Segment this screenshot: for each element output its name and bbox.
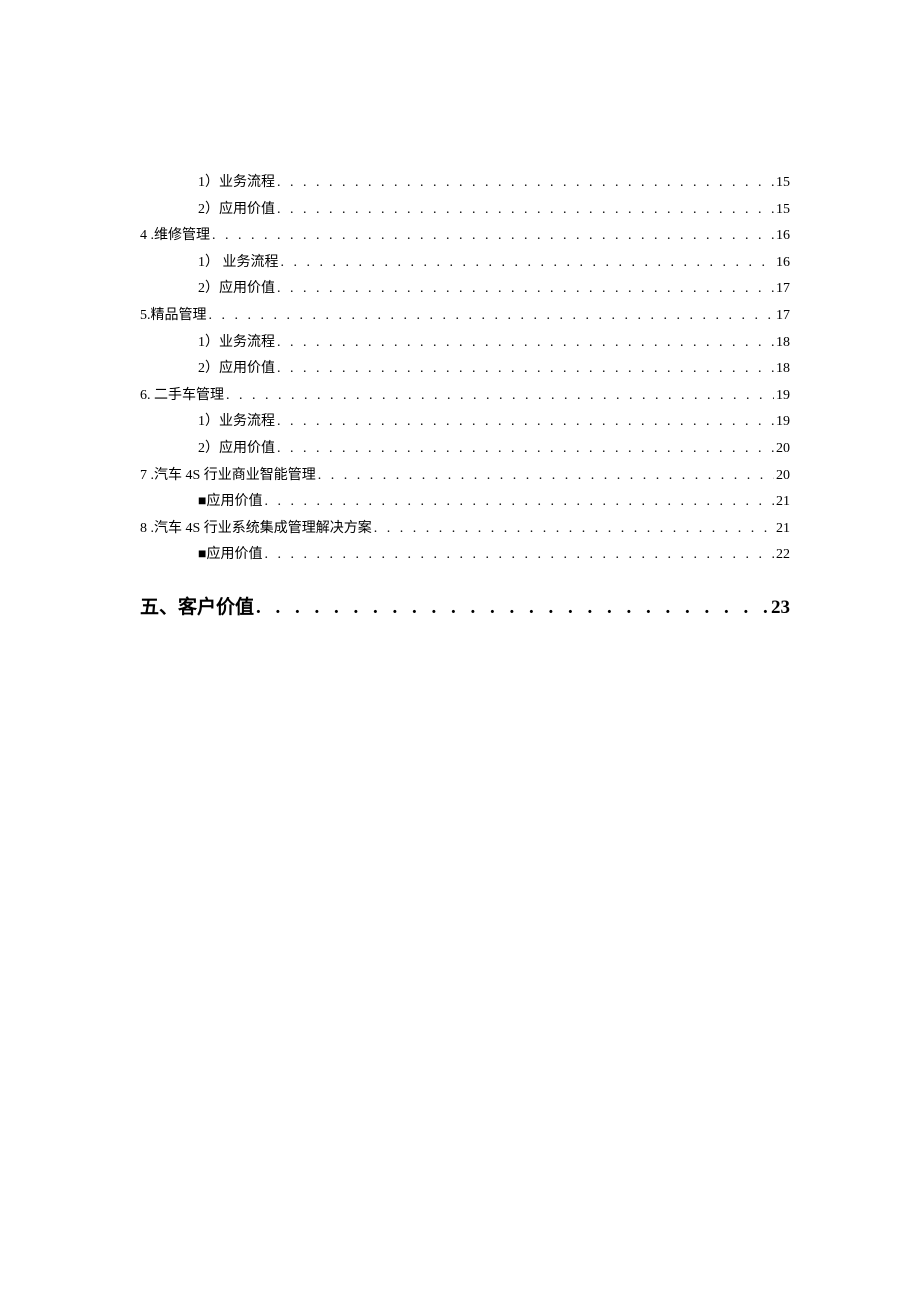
toc-page-number: 21 xyxy=(776,516,790,543)
toc-page-number: 18 xyxy=(776,330,790,357)
toc-page-number: 15 xyxy=(776,170,790,197)
toc-page-number: 17 xyxy=(776,303,790,330)
toc-entry: ■应用价值. . . . . . . . . . . . . . . . . .… xyxy=(140,489,790,516)
toc-label: 1）业务流程 xyxy=(198,409,275,436)
toc-entry: 1）业务流程. . . . . . . . . . . . . . . . . … xyxy=(140,170,790,197)
toc-label: 8 .汽车 4S 行业系统集成管理解决方案 xyxy=(140,516,372,543)
toc-entry: 2）应用价值. . . . . . . . . . . . . . . . . … xyxy=(140,197,790,224)
toc-entry: 1）业务流程. . . . . . . . . . . . . . . . . … xyxy=(140,330,790,357)
toc-leader-dots: . . . . . . . . . . . . . . . . . . . . … xyxy=(318,463,774,490)
toc-entry: ■应用价值. . . . . . . . . . . . . . . . . .… xyxy=(140,542,790,569)
toc-page-number: 20 xyxy=(776,436,790,463)
toc-label: 4 .维修管理 xyxy=(140,223,210,250)
toc-page-number: 18 xyxy=(776,356,790,383)
toc-leader-dots: . . . . . . . . . . . . . . . . . . . . … xyxy=(209,303,775,330)
table-of-contents: 1）业务流程. . . . . . . . . . . . . . . . . … xyxy=(140,170,790,625)
toc-page-number: 23 xyxy=(771,591,790,625)
toc-label: 2）应用价值 xyxy=(198,276,275,303)
toc-entry: 2）应用价值. . . . . . . . . . . . . . . . . … xyxy=(140,436,790,463)
toc-label: 2）应用价值 xyxy=(198,356,275,383)
toc-leader-dots: . . . . . . . . . . . . . . . . . . . . … xyxy=(277,356,774,383)
toc-leader-dots: . . . . . . . . . . . . . . . . . . . . … xyxy=(277,436,774,463)
toc-page-number: 20 xyxy=(776,463,790,490)
toc-page-number: 19 xyxy=(776,409,790,436)
toc-entry: 1）业务流程. . . . . . . . . . . . . . . . . … xyxy=(140,409,790,436)
toc-entry: 5.精品管理. . . . . . . . . . . . . . . . . … xyxy=(140,303,790,330)
toc-label: 1） 业务流程 xyxy=(198,250,279,277)
toc-leader-dots: . . . . . . . . . . . . . . . . . . . . … xyxy=(264,489,774,516)
toc-label: 1）业务流程 xyxy=(198,170,275,197)
toc-leader-dots: . . . . . . . . . . . . . . . . . . . . … xyxy=(226,383,774,410)
toc-label: 7 .汽车 4S 行业商业智能管理 xyxy=(140,463,316,490)
toc-leader-dots: . . . . . . . . . . . . . . . . . . . . … xyxy=(212,223,774,250)
toc-leader-dots: . . . . . . . . . . . . . . . . . . . . … xyxy=(277,170,774,197)
toc-page-number: 17 xyxy=(776,276,790,303)
toc-leader-dots: . . . . . . . . . . . . . . . . . . . . … xyxy=(264,542,774,569)
toc-entry: 8 .汽车 4S 行业系统集成管理解决方案. . . . . . . . . .… xyxy=(140,516,790,543)
toc-entry: 2）应用价值. . . . . . . . . . . . . . . . . … xyxy=(140,356,790,383)
toc-leader-dots: . . . . . . . . . . . . . . . . . . . . … xyxy=(281,250,775,277)
toc-page-number: 19 xyxy=(776,383,790,410)
toc-page-number: 16 xyxy=(776,223,790,250)
toc-label: 6. 二手车管理 xyxy=(140,383,224,410)
toc-page-number: 22 xyxy=(776,542,790,569)
toc-entry: 1） 业务流程 . . . . . . . . . . . . . . . . … xyxy=(140,250,790,277)
toc-entry: 4 .维修管理 . . . . . . . . . . . . . . . . … xyxy=(140,223,790,250)
toc-leader-dots: . . . . . . . . . . . . . . . . . . . . … xyxy=(374,516,774,543)
toc-entry: 7 .汽车 4S 行业商业智能管理. . . . . . . . . . . .… xyxy=(140,463,790,490)
toc-label: 2）应用价值 xyxy=(198,197,275,224)
toc-label: 五、客户价值 xyxy=(140,591,254,625)
toc-leader-dots: . . . . . . . . . . . . . . . . . . . . … xyxy=(256,591,769,625)
toc-leader-dots: . . . . . . . . . . . . . . . . . . . . … xyxy=(277,409,774,436)
toc-leader-dots: . . . . . . . . . . . . . . . . . . . . … xyxy=(277,276,774,303)
toc-label: 5.精品管理 xyxy=(140,303,207,330)
toc-leader-dots: . . . . . . . . . . . . . . . . . . . . … xyxy=(277,330,774,357)
toc-page-number: 21 xyxy=(776,489,790,516)
toc-page-number: 16 xyxy=(776,250,790,277)
toc-label: ■应用价值 xyxy=(198,542,262,569)
toc-entry: 2）应用价值. . . . . . . . . . . . . . . . . … xyxy=(140,276,790,303)
toc-entry: 五、客户价值 . . . . . . . . . . . . . . . . .… xyxy=(140,591,790,625)
toc-label: ■应用价值 xyxy=(198,489,262,516)
toc-page-number: 15 xyxy=(776,197,790,224)
toc-leader-dots: . . . . . . . . . . . . . . . . . . . . … xyxy=(277,197,774,224)
toc-entry: 6. 二手车管理 . . . . . . . . . . . . . . . .… xyxy=(140,383,790,410)
toc-label: 2）应用价值 xyxy=(198,436,275,463)
toc-label: 1）业务流程 xyxy=(198,330,275,357)
